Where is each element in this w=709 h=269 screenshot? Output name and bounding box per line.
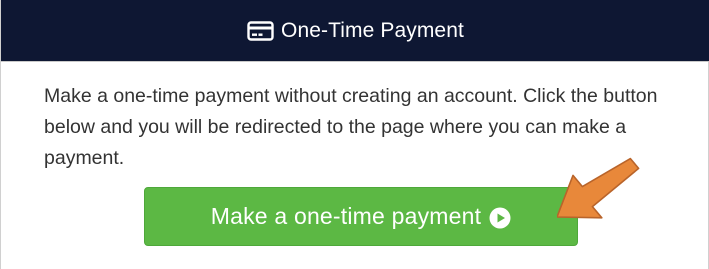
arrow-pointer-icon bbox=[556, 157, 647, 232]
card-header: One-Time Payment bbox=[1, 0, 709, 62]
make-payment-button[interactable]: Make a one-time payment bbox=[144, 187, 578, 246]
one-time-payment-card: One-Time Payment Make a one-time payment… bbox=[0, 0, 709, 269]
play-circle-icon bbox=[489, 207, 511, 229]
card-title: One-Time Payment bbox=[281, 18, 464, 42]
make-payment-button-label: Make a one-time payment bbox=[210, 203, 482, 229]
credit-card-icon bbox=[247, 20, 274, 41]
